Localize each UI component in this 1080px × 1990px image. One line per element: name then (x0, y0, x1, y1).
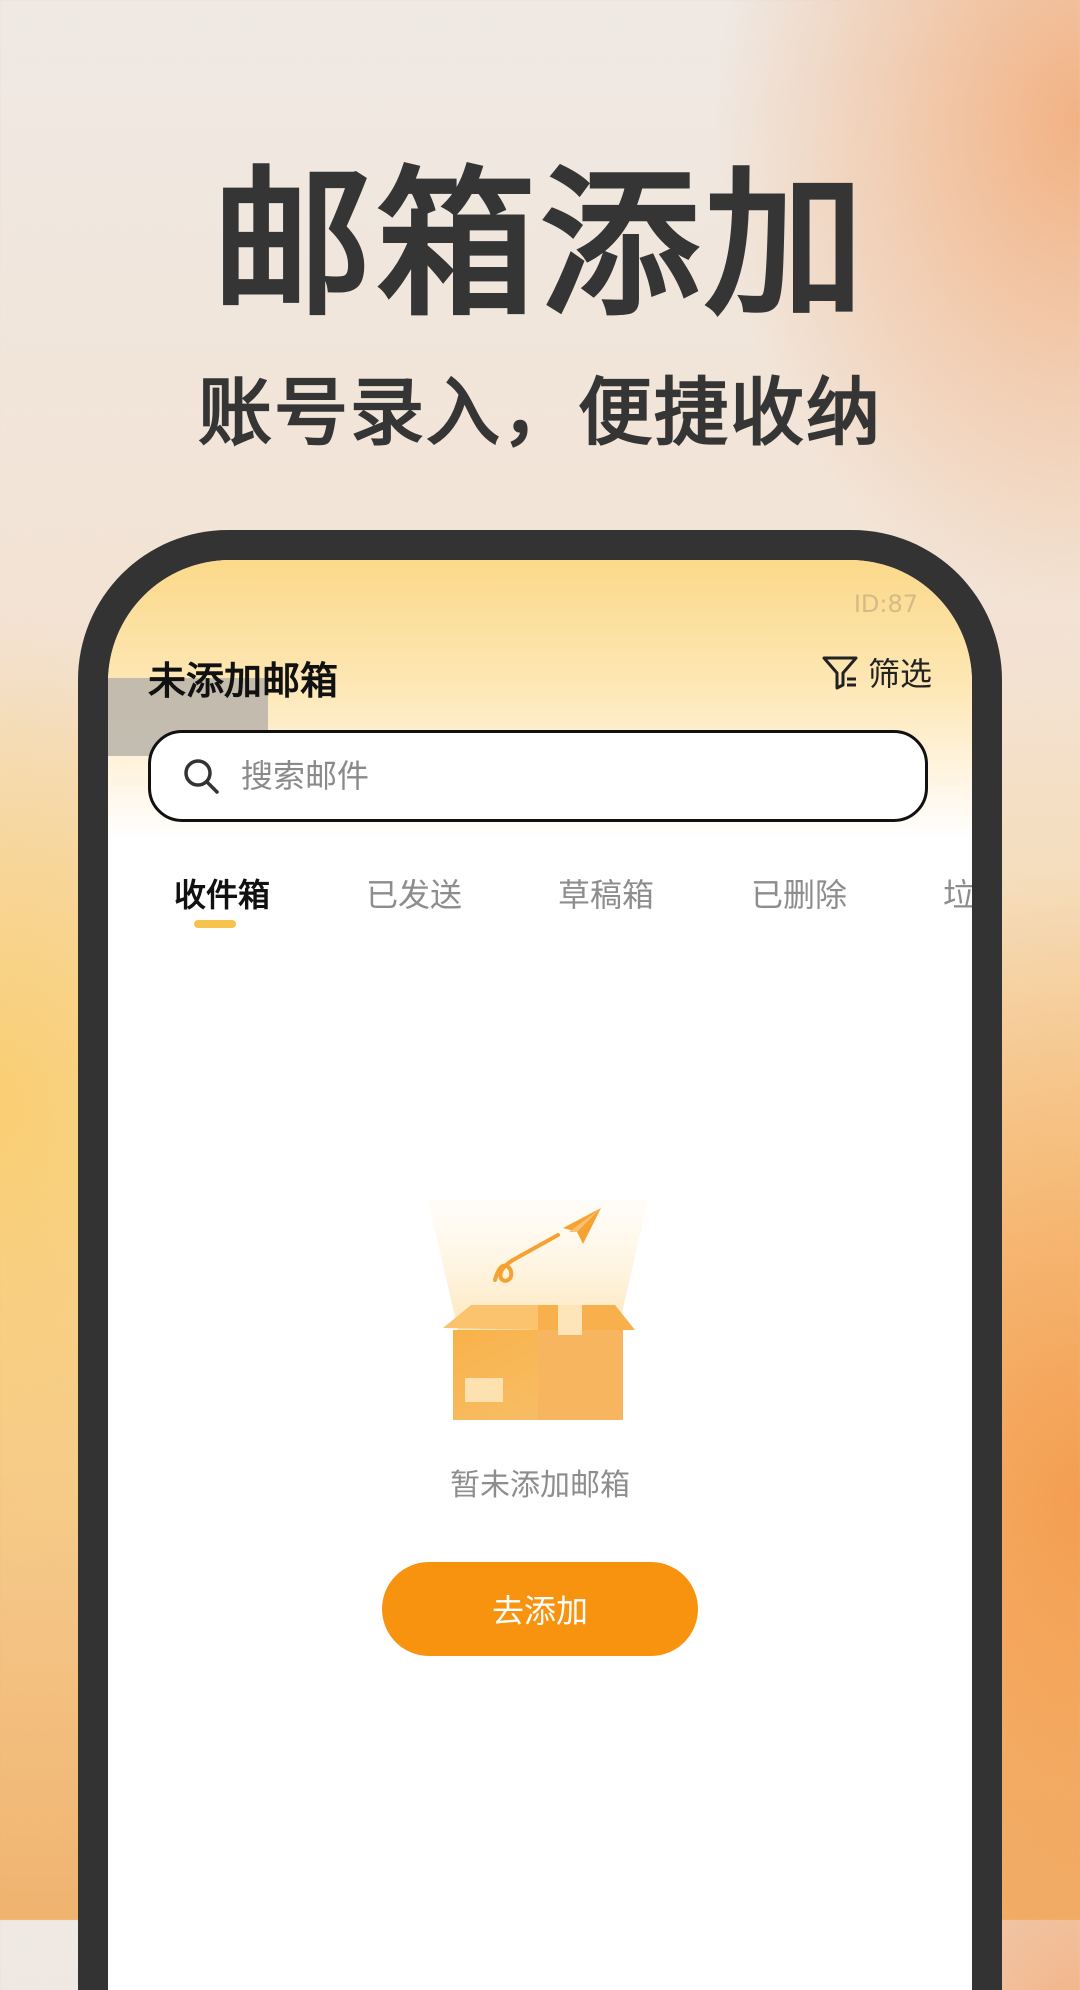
go-add-button[interactable]: 去添加 (382, 1562, 698, 1656)
tab-inbox[interactable]: 收件箱 (174, 870, 270, 916)
tab-deleted[interactable]: 已删除 (751, 870, 847, 916)
filter-label: 筛选 (867, 655, 932, 693)
empty-box-illustration (428, 1200, 648, 1420)
tab-spam[interactable]: 垃 (943, 870, 972, 916)
filter-icon (822, 656, 858, 690)
promo-headline: 邮箱添加 (211, 151, 868, 338)
page-title: 未添加邮箱 (148, 659, 339, 703)
tab-sent[interactable]: 已发送 (366, 870, 462, 916)
search-box[interactable] (148, 730, 928, 822)
id-watermark: ID:87 (853, 590, 918, 618)
active-tab-indicator (194, 920, 236, 928)
phone-screen: ID:87 未添加邮箱 筛选 收件箱 已发送 草稿箱 已删除 垃 (108, 560, 972, 1990)
tab-drafts[interactable]: 草稿箱 (558, 870, 654, 916)
empty-state-message: 暂未添加邮箱 (450, 1468, 630, 1503)
search-input[interactable] (239, 756, 843, 796)
promo-subline: 账号录入，便捷收纳 (198, 370, 882, 456)
filter-button[interactable]: 筛选 (820, 648, 932, 696)
search-icon (184, 759, 219, 794)
mailbox-tabs: 收件箱 已发送 草稿箱 已删除 垃 (108, 870, 972, 940)
phone-frame: ID:87 未添加邮箱 筛选 收件箱 已发送 草稿箱 已删除 垃 (78, 530, 1002, 1990)
